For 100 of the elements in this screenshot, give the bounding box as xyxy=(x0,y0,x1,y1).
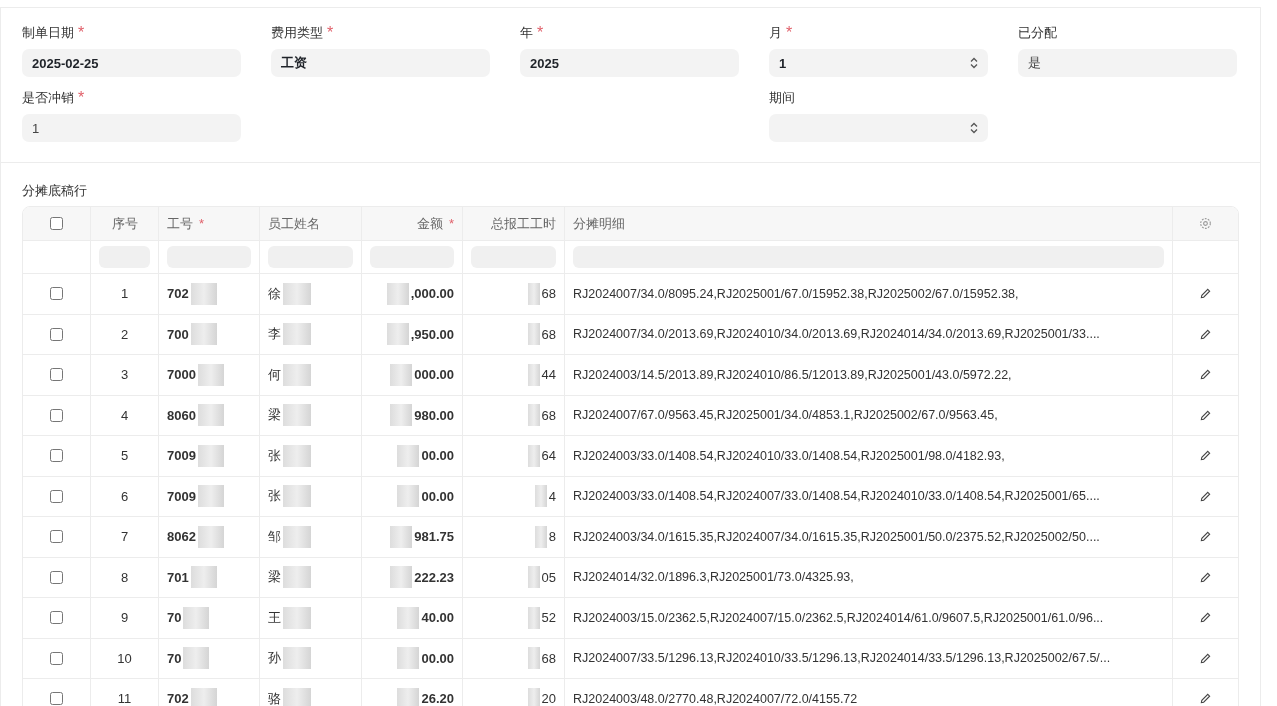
row-checkbox[interactable] xyxy=(50,408,63,422)
edit-icon[interactable] xyxy=(1200,288,1211,300)
blur-patch xyxy=(197,485,224,508)
blur-patch xyxy=(283,647,311,670)
blur-patch xyxy=(527,566,540,589)
blur-patch xyxy=(397,485,420,508)
input-field[interactable]: 2025 xyxy=(520,49,739,77)
row-checkbox[interactable] xyxy=(50,368,63,382)
blur-patch xyxy=(390,363,413,386)
input-field[interactable]: 是 xyxy=(1018,49,1237,77)
blur-patch xyxy=(190,323,217,346)
input-field[interactable]: 工资 xyxy=(271,49,490,77)
blur-patch xyxy=(283,485,311,508)
row-checkbox[interactable] xyxy=(50,570,63,584)
select-field[interactable] xyxy=(769,114,988,142)
edit-icon[interactable] xyxy=(1200,693,1211,705)
row-checkbox[interactable] xyxy=(50,530,63,544)
edit-icon[interactable] xyxy=(1200,612,1211,624)
blur-patch xyxy=(283,282,311,305)
table-cell: 5 xyxy=(120,448,129,464)
field-label: 制单日期 xyxy=(22,24,74,42)
required-mark: * xyxy=(199,216,205,231)
select-all-checkbox[interactable] xyxy=(50,217,63,230)
select-field[interactable]: 1 xyxy=(769,49,988,77)
blur-patch xyxy=(283,606,311,629)
edit-icon[interactable] xyxy=(1200,450,1211,462)
table-cell: 梁 xyxy=(268,568,281,587)
blur-patch xyxy=(283,444,311,467)
column-header: 序号 xyxy=(111,214,138,233)
input-field[interactable]: 2025-02-25 xyxy=(22,49,241,77)
blur-patch xyxy=(197,363,224,386)
table-cell: 702 xyxy=(167,691,189,706)
field-label: 月 xyxy=(769,24,782,42)
table-cell: 徐 xyxy=(268,284,281,303)
column-header: 工号 xyxy=(167,214,193,233)
blur-patch xyxy=(527,282,540,305)
blur-patch xyxy=(527,363,540,386)
table-cell: 7000 xyxy=(167,367,196,383)
table-cell: 701 xyxy=(167,569,189,585)
blur-patch xyxy=(283,566,311,589)
blur-patch xyxy=(527,323,540,346)
blur-patch xyxy=(283,687,311,706)
row-checkbox[interactable] xyxy=(50,327,63,341)
blur-patch xyxy=(283,323,311,346)
table-cell: 40.00 xyxy=(421,610,454,626)
blur-patch xyxy=(397,687,420,706)
row-checkbox[interactable] xyxy=(50,692,63,706)
blur-patch xyxy=(190,282,217,305)
table-cell: RJ2024007/67.0/9563.45,RJ2025001/34.0/4853.1,RJ2025002/67.0/9563.45, xyxy=(573,408,998,423)
row-checkbox[interactable] xyxy=(50,489,63,503)
table-cell: 1 xyxy=(120,286,129,302)
edit-icon[interactable] xyxy=(1200,571,1211,583)
edit-icon[interactable] xyxy=(1200,409,1211,421)
row-checkbox[interactable] xyxy=(50,287,63,301)
table-cell: 梁 xyxy=(268,406,281,425)
table-cell: 11 xyxy=(117,691,132,706)
blur-patch xyxy=(197,444,224,467)
blur-patch xyxy=(527,606,540,629)
table-cell: 8060 xyxy=(167,407,196,423)
required-mark: * xyxy=(78,24,85,42)
table-cell: 980.00 xyxy=(414,407,454,423)
edit-icon[interactable] xyxy=(1200,369,1211,381)
required-mark: * xyxy=(537,24,544,42)
table-cell: 邹 xyxy=(268,527,281,546)
table-cell: RJ2024003/48.0/2770.48,RJ2024007/72.0/4155.72 xyxy=(573,691,858,706)
table-cell: RJ2024007/33.5/1296.13,RJ2024010/33.5/1296.13,RJ2024014/33.5/1296.13,RJ2025002/67.5/... xyxy=(573,651,1111,666)
row-checkbox[interactable] xyxy=(50,651,63,665)
edit-icon[interactable] xyxy=(1200,652,1211,664)
required-mark: * xyxy=(786,24,793,42)
edit-icon[interactable] xyxy=(1200,328,1211,340)
edit-icon[interactable] xyxy=(1200,490,1211,502)
blur-patch xyxy=(190,566,217,589)
table-cell: 4 xyxy=(120,407,129,423)
table-cell: 7 xyxy=(120,529,129,545)
column-header: 分摊明细 xyxy=(573,214,625,233)
blur-patch xyxy=(390,566,413,589)
table-cell: 68 xyxy=(541,650,556,666)
field-label: 是否冲销 xyxy=(22,89,74,107)
table-cell: 68 xyxy=(541,407,556,423)
blur-patch xyxy=(527,404,540,427)
table-cell: 孙 xyxy=(268,649,281,668)
table-cell: 000.00 xyxy=(414,367,454,383)
table-cell: 68 xyxy=(541,326,556,342)
blur-patch xyxy=(527,687,540,706)
edit-icon[interactable] xyxy=(1200,531,1211,543)
table-cell: 3 xyxy=(120,367,129,383)
table-cell: 8 xyxy=(548,529,556,545)
section-title: 分摊底稿行 xyxy=(22,182,87,200)
blur-patch xyxy=(190,687,217,706)
table-cell: 981.75 xyxy=(414,529,454,545)
table-cell: 10 xyxy=(117,650,132,666)
blur-patch xyxy=(527,647,540,670)
row-checkbox[interactable] xyxy=(50,611,63,625)
table-cell: RJ2024007/34.0/8095.24,RJ2025001/67.0/15952.38,RJ2025002/67.0/15952.38, xyxy=(573,286,1019,301)
chevron-updown-icon xyxy=(970,122,978,134)
input-field[interactable]: 1 xyxy=(22,114,241,142)
settings-icon[interactable] xyxy=(1199,217,1212,230)
row-checkbox[interactable] xyxy=(50,449,63,463)
table-cell: 王 xyxy=(268,608,281,627)
table-cell: 70 xyxy=(167,650,182,666)
